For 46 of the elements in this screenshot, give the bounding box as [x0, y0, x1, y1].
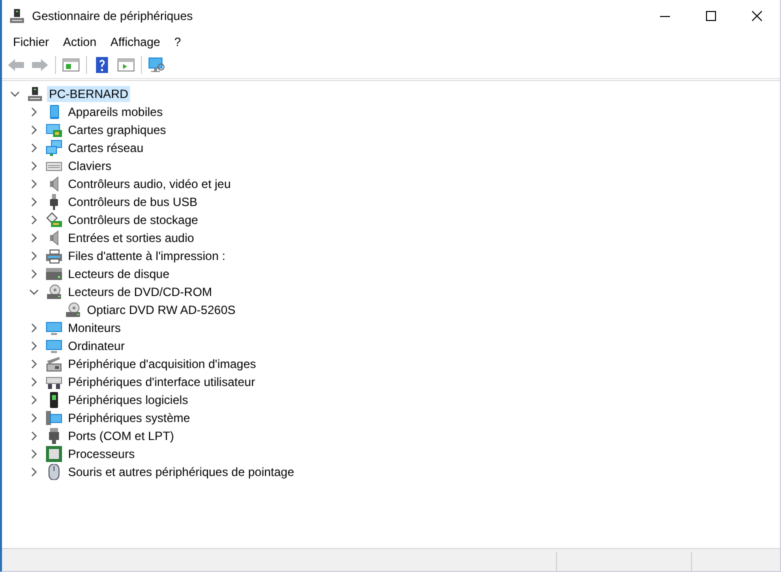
window-title: Gestionnaire de périphériques [32, 9, 193, 23]
storage-icon [46, 212, 62, 228]
menu-item[interactable]: Fichier [6, 33, 56, 51]
tree-item[interactable]: Souris et autres périphériques de pointage [66, 464, 296, 480]
tree-item[interactable]: Ordinateur [66, 338, 127, 354]
tree-item[interactable]: Claviers [66, 158, 114, 174]
maximize-icon[interactable] [706, 11, 716, 21]
tree-item[interactable]: Périphériques d'interface utilisateur [66, 374, 258, 390]
tree-item[interactable]: Lecteurs de disque [66, 266, 172, 282]
app-icon [9, 8, 25, 24]
tree-item[interactable]: Contrôleurs de stockage [66, 212, 200, 228]
menu-item[interactable]: Action [56, 33, 104, 51]
menu-item[interactable]: Affichage [103, 33, 168, 51]
port-icon [46, 428, 62, 444]
network-icon [46, 140, 62, 156]
computer-icon [27, 86, 43, 102]
tree-item[interactable]: Contrôleurs audio, vidéo et jeu [66, 176, 233, 192]
tree-item[interactable]: Cartes réseau [66, 140, 146, 156]
display-card-icon [46, 122, 62, 138]
printer-icon [46, 248, 62, 264]
tree-item[interactable]: Files d'attente à l'impression : [66, 248, 228, 264]
tree-item[interactable]: Optiarc DVD RW AD-5260S [85, 302, 238, 318]
tree-item[interactable]: Processeurs [66, 446, 137, 462]
tree-item[interactable]: Lecteurs de DVD/CD-ROM [66, 284, 214, 300]
menu-item[interactable]: ? [167, 33, 188, 51]
scanner-icon [46, 356, 62, 372]
tree-item[interactable]: Entrées et sorties audio [66, 230, 196, 246]
tree-item[interactable]: Périphériques système [66, 410, 192, 426]
disc-drive-icon [46, 284, 62, 300]
tree-item[interactable]: Ports (COM et LPT) [66, 428, 176, 444]
tree-item[interactable]: PC-BERNARD [47, 86, 130, 102]
system-icon [46, 410, 62, 426]
tree-item[interactable]: Périphériques logiciels [66, 392, 190, 408]
tree-item[interactable]: Cartes graphiques [66, 122, 168, 138]
monitor-icon [46, 338, 62, 354]
close-icon[interactable] [752, 11, 762, 21]
disk-drive-icon [46, 266, 62, 282]
disc-drive-icon [65, 302, 81, 318]
chip-icon [46, 446, 62, 462]
tree-item[interactable]: Périphérique d'acquisition d'images [66, 356, 258, 372]
mouse-icon [46, 464, 62, 480]
tree-item[interactable]: Contrôleurs de bus USB [66, 194, 200, 210]
monitor-icon [46, 320, 62, 336]
tree-item[interactable]: Appareils mobiles [66, 104, 165, 120]
input-device-icon [46, 374, 62, 390]
tree-item[interactable]: Moniteurs [66, 320, 123, 336]
